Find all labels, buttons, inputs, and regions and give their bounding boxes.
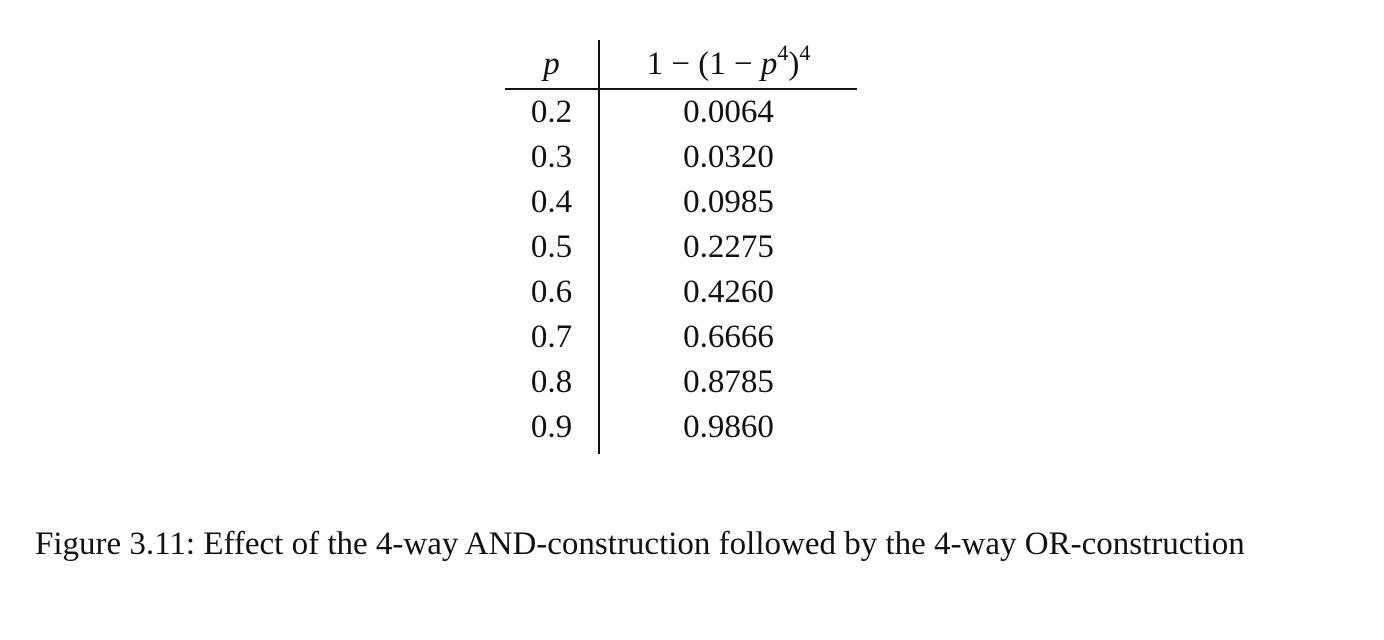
header-p: p <box>505 40 600 90</box>
header-formula: 1 − (1 − p4)4 <box>599 40 857 90</box>
table-header: p 1 − (1 − p4)4 <box>505 40 857 90</box>
table-body: 0.2 0.0064 0.3 0.0320 0.4 0.0985 0.5 0.2… <box>505 89 857 454</box>
table-row: 0.8 0.8785 <box>505 360 857 405</box>
table-header-row: p 1 − (1 − p4)4 <box>505 40 857 90</box>
probability-table: p 1 − (1 − p4)4 0.2 0.0064 0.3 0.0320 0.… <box>505 40 857 454</box>
header-p-symbol: p <box>543 45 560 82</box>
figure-caption: Figure 3.11: Effect of the 4-way AND-con… <box>35 526 1245 562</box>
cell-p: 0.2 <box>505 89 600 135</box>
table-row: 0.9 0.9860 <box>505 405 857 454</box>
cell-p: 0.3 <box>505 135 600 180</box>
formula-var: p <box>760 45 778 82</box>
table-row: 0.5 0.2275 <box>505 225 857 270</box>
formula-close: ) <box>788 45 800 82</box>
probability-table-container: p 1 − (1 − p4)4 0.2 0.0064 0.3 0.0320 0.… <box>505 40 857 454</box>
cell-value: 0.6666 <box>683 319 774 355</box>
cell-p: 0.9 <box>505 405 600 454</box>
cell-p: 0.5 <box>505 225 600 270</box>
cell-value: 0.0320 <box>683 139 774 175</box>
cell-p: 0.7 <box>505 315 600 360</box>
cell-value: 0.9860 <box>683 409 774 445</box>
formula-prefix: 1 − (1 − <box>646 45 761 82</box>
cell-p: 0.6 <box>505 270 600 315</box>
cell-p: 0.8 <box>505 360 600 405</box>
table-row: 0.3 0.0320 <box>505 135 857 180</box>
table-row: 0.7 0.6666 <box>505 315 857 360</box>
cell-value: 0.2275 <box>683 229 774 265</box>
cell-value: 0.4260 <box>683 274 774 310</box>
formula-outer-exponent: 4 <box>799 39 811 65</box>
cell-value: 0.0985 <box>683 184 774 220</box>
cell-p: 0.4 <box>505 180 600 225</box>
cell-value: 0.8785 <box>683 364 774 400</box>
formula-inner-exponent: 4 <box>777 39 789 65</box>
table-row: 0.6 0.4260 <box>505 270 857 315</box>
table-row: 0.4 0.0985 <box>505 180 857 225</box>
cell-value: 0.0064 <box>683 94 774 130</box>
table-row: 0.2 0.0064 <box>505 89 857 135</box>
header-formula-math: 1 − (1 − p4)4 <box>646 41 811 82</box>
